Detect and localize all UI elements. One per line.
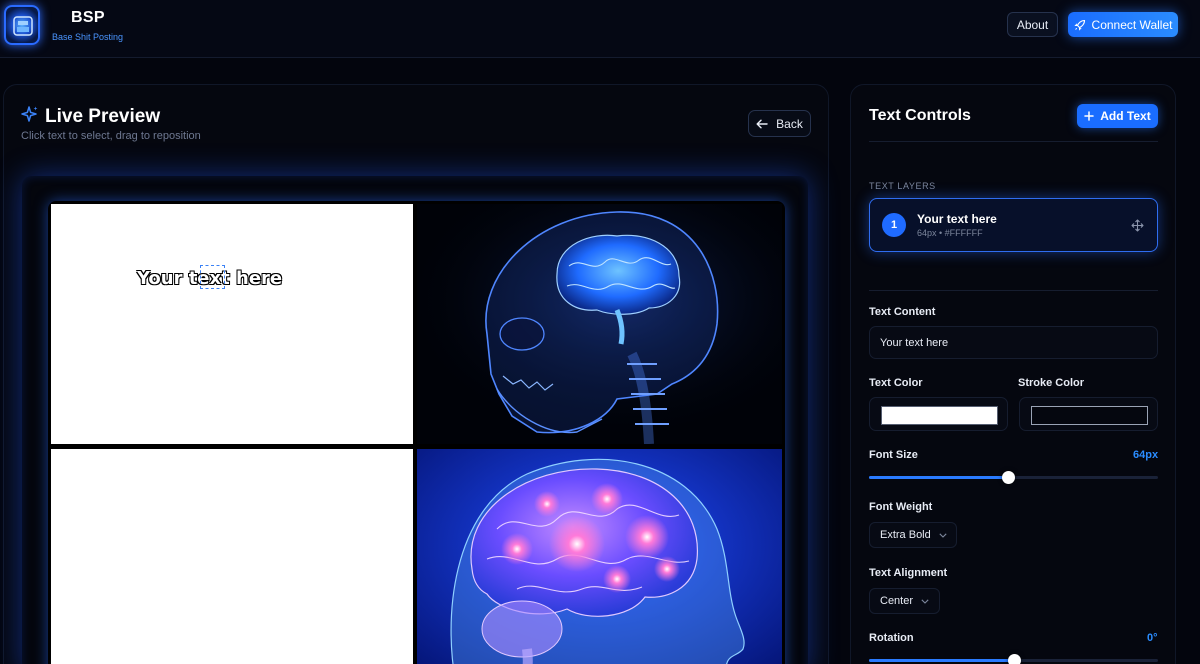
- rotation-label: Rotation: [869, 632, 914, 644]
- text-layers-section-label: TEXT LAYERS: [869, 181, 936, 191]
- meme-panel-2: [51, 449, 413, 664]
- sparkle-icon: [21, 106, 38, 122]
- layer-meta: 64px • #FFFFFF: [917, 228, 983, 238]
- font-size-slider[interactable]: [869, 471, 1158, 484]
- meme-canvas[interactable]: Your text here: [48, 201, 785, 664]
- stroke-color-swatch: [1031, 406, 1148, 425]
- app-header: BSP Base Shit Posting About Connect Wall…: [0, 0, 1200, 58]
- about-label: About: [1016, 17, 1049, 32]
- meme-panel-1: Your text here: [51, 204, 413, 444]
- layer-index-badge: 1: [882, 213, 906, 237]
- logo[interactable]: [4, 5, 40, 45]
- stroke-color-label: Stroke Color: [1018, 377, 1085, 389]
- font-weight-select[interactable]: Extra Bold: [869, 522, 957, 548]
- font-weight-label: Font Weight: [869, 501, 933, 513]
- back-label: Back: [776, 116, 803, 131]
- rocket-icon: [1073, 19, 1085, 31]
- chevron-down-icon: [921, 598, 929, 604]
- text-alignment-value: Center: [880, 595, 914, 607]
- add-text-label: Add Text: [1100, 109, 1151, 123]
- controls-title: Text Controls: [869, 107, 971, 124]
- about-button[interactable]: About: [1007, 12, 1058, 37]
- font-size-label: Font Size: [869, 449, 918, 461]
- text-color-label: Text Color: [869, 377, 923, 389]
- text-layer-item[interactable]: 1 Your text here 64px • #FFFFFF: [869, 198, 1158, 252]
- brand-subtitle: Base Shit Posting: [52, 32, 124, 42]
- font-size-slider-thumb[interactable]: [1002, 471, 1015, 484]
- connect-wallet-label: Connect Wallet: [1091, 17, 1173, 32]
- move-icon[interactable]: [1131, 219, 1144, 232]
- plus-icon: [1084, 111, 1095, 121]
- add-text-button[interactable]: Add Text: [1077, 104, 1158, 128]
- rotation-slider[interactable]: [869, 654, 1158, 664]
- stroke-color-picker[interactable]: [1019, 397, 1158, 431]
- text-color-picker[interactable]: [869, 397, 1008, 431]
- text-content-input[interactable]: Your text here: [869, 326, 1158, 359]
- font-size-value: 64px: [1133, 449, 1159, 461]
- text-alignment-select[interactable]: Center: [869, 588, 940, 614]
- font-size-slider-fill: [869, 476, 1008, 479]
- arrow-left-icon: [756, 119, 768, 128]
- text-content-value: Your text here: [880, 336, 949, 349]
- text-content-label: Text Content: [869, 306, 936, 318]
- rotation-slider-thumb[interactable]: [1008, 654, 1021, 664]
- text-color-swatch: [881, 406, 998, 425]
- preview-title: Live Preview: [45, 106, 161, 127]
- divider: [869, 141, 1158, 142]
- meme-image-glowing-brain: [417, 449, 782, 664]
- divider: [869, 290, 1158, 291]
- rotation-value: 0°: [1147, 632, 1158, 644]
- connect-wallet-button[interactable]: Connect Wallet: [1068, 12, 1178, 37]
- font-weight-value: Extra Bold: [880, 529, 931, 541]
- text-alignment-label: Text Alignment: [869, 567, 948, 579]
- rotation-slider-fill: [869, 659, 1014, 662]
- brand-title: BSP: [71, 9, 105, 26]
- preview-subtitle: Click text to select, drag to reposition: [21, 130, 201, 142]
- logo-mark-icon: [13, 16, 33, 36]
- back-button[interactable]: Back: [748, 110, 811, 137]
- chevron-down-icon: [939, 532, 947, 538]
- meme-image-skull-brain: [417, 204, 782, 444]
- selection-box[interactable]: [200, 265, 225, 289]
- layer-name: Your text here: [917, 212, 997, 226]
